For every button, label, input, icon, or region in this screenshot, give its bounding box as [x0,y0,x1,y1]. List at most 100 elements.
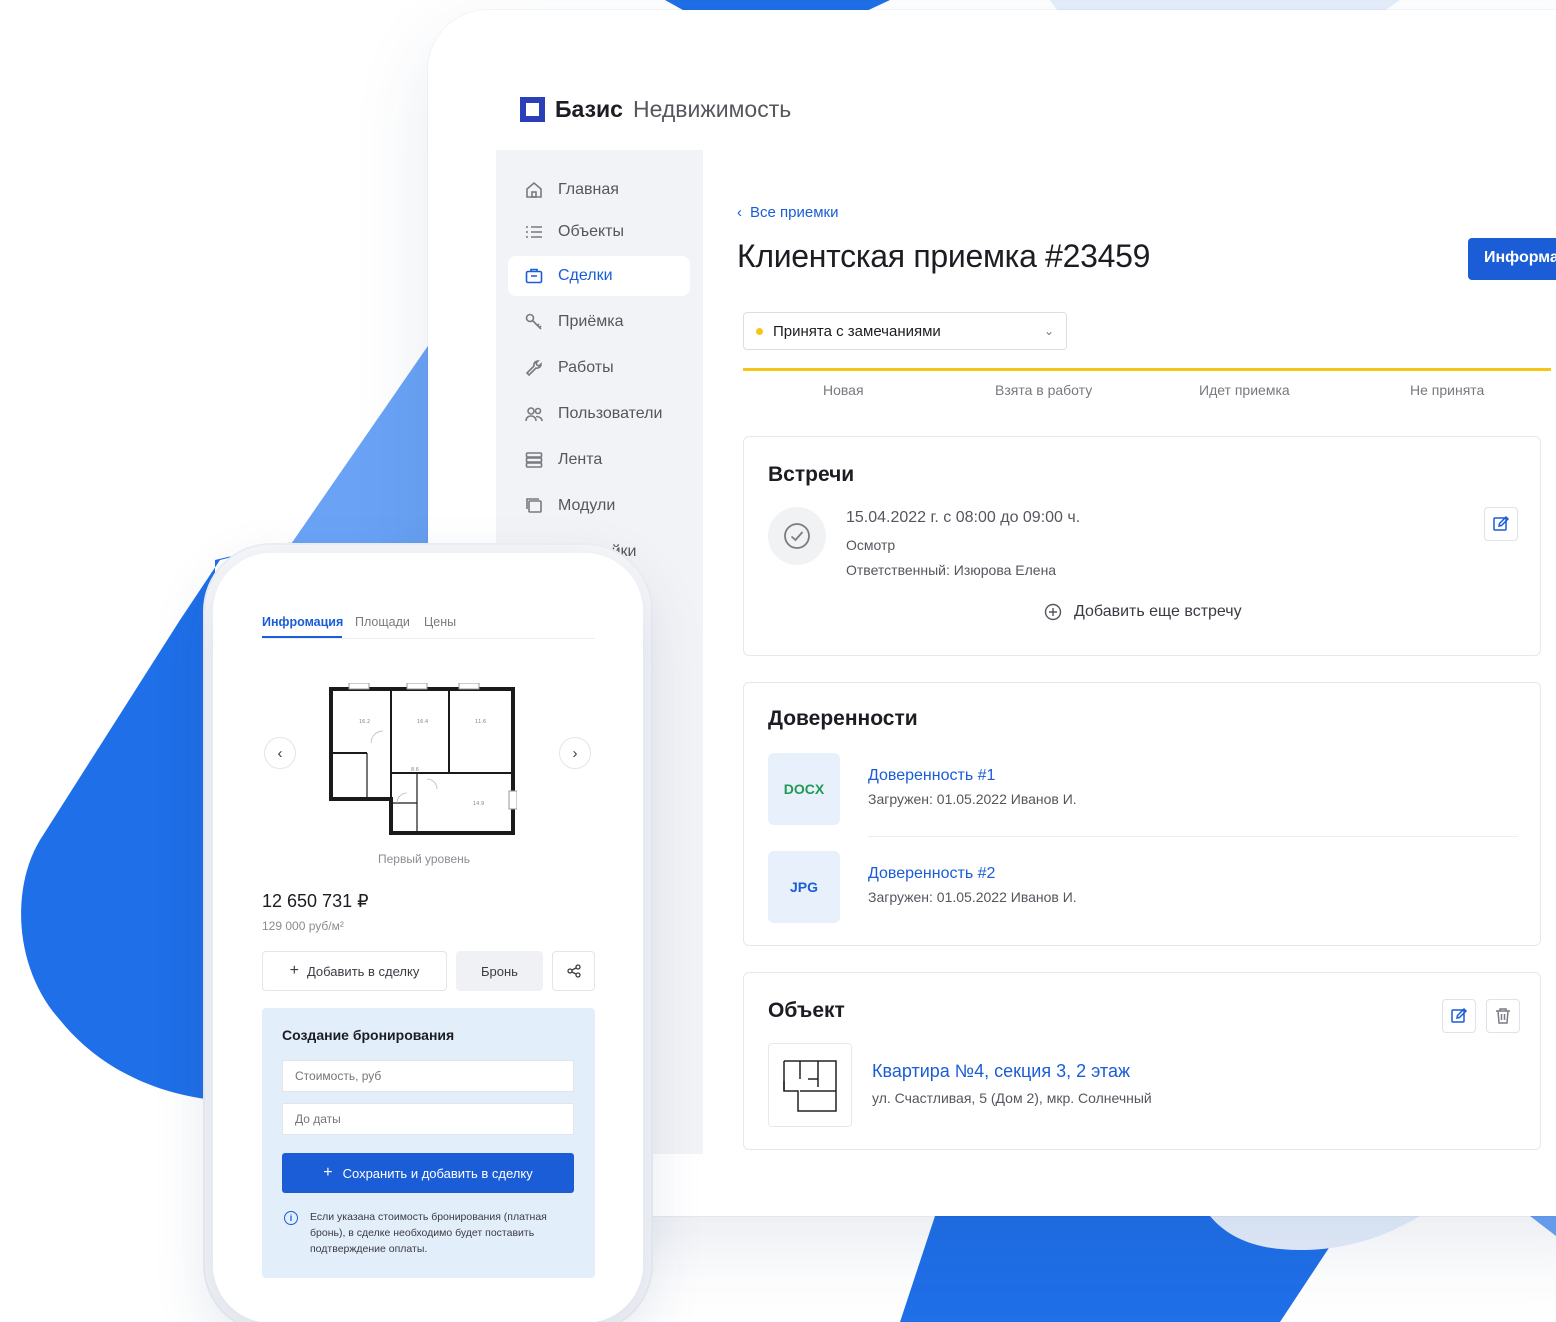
document-link[interactable]: Доверенность #1 [868,767,995,785]
sidebar-item-label: Приёмка [558,313,624,330]
edit-meeting-button[interactable] [1484,507,1518,541]
svg-text:16.4: 16.4 [417,719,428,725]
add-meeting-button[interactable]: Добавить еще встречу [1044,603,1242,621]
sidebar-item-works[interactable]: Работы [508,348,690,388]
document-link[interactable]: Доверенность #2 [868,865,995,883]
booking-title: Создание бронирования [282,1027,455,1043]
back-link[interactable]: ‹ Все приемки [737,204,838,221]
sidebar-item-feed[interactable]: Лента [508,440,690,480]
edit-icon [1451,1007,1468,1023]
delete-object-button[interactable] [1486,999,1520,1033]
svg-text:14.9: 14.9 [473,801,484,807]
chevron-right-icon: › [572,744,578,762]
next-image-button[interactable]: › [559,737,591,769]
meeting-date: 15.04.2022 г. с 08:00 до 09:00 ч. [846,509,1081,526]
add-to-deal-label: Добавить в сделку [306,963,420,979]
meeting-type: Осмотр [846,537,896,553]
status-step: Взята в работу [995,382,1093,398]
users-icon [522,402,546,426]
tab-information[interactable]: Инфромация [262,615,343,629]
object-title: Объект [768,999,845,1022]
sidebar-item-label: Модули [558,497,616,514]
status-select[interactable]: Принята с замечаниями ⌄ [743,312,1067,350]
key-icon [522,310,546,334]
svg-text:16.2: 16.2 [359,719,370,725]
corner-shape [1530,1216,1556,1236]
sidebar-item-label: Объекты [558,223,624,240]
brand-logo[interactable]: Базис Недвижимость [520,96,791,123]
sidebar-item-label: Лента [558,451,603,468]
share-icon [566,964,581,978]
check-circle-icon [768,507,826,565]
floorplan-thumbnail[interactable] [768,1043,852,1127]
status-dot-icon [756,327,763,335]
back-link-label: Все приемки [750,204,839,221]
tab-prices[interactable]: Цены [424,615,456,629]
sidebar-item-label: Пользователи [558,405,663,422]
sidebar-item-users[interactable]: Пользователи [508,394,690,434]
home-icon [522,178,546,202]
booking-cost-input[interactable] [282,1060,574,1092]
share-button[interactable] [552,951,595,991]
chevron-left-icon: ‹ [737,204,742,221]
powers-title: Доверенности [768,707,918,730]
plus-icon: + [323,1164,333,1181]
chevron-left-icon: ‹ [277,744,283,762]
meeting-responsible: Ответственный: Изюрова Елена [846,562,1057,578]
edit-icon [1493,515,1510,531]
divider [868,836,1518,837]
meetings-card: Встречи 15.04.2022 г. с 08:00 до 09:00 ч… [743,436,1541,656]
tab-areas[interactable]: Площади [355,615,410,629]
sidebar-item-deals[interactable]: Сделки [508,256,690,296]
save-and-add-label: Сохранить и добавить в сделку [342,1165,533,1181]
object-card: Объект Квартира №4, секция 3, 2 этаж ул.… [743,972,1541,1150]
stage: Базис Недвижимость Главная Объекты Сделк… [0,0,1556,1322]
save-and-add-button[interactable]: + Сохранить и добавить в сделку [282,1153,574,1193]
trash-icon [1496,1008,1510,1024]
page-title: Клиентская приемка #23459 [737,238,1151,274]
status-value: Принята с замечаниями [773,322,941,340]
stack-icon [522,448,546,472]
plus-icon: + [289,962,299,979]
edit-object-button[interactable] [1442,999,1476,1033]
info-icon: i [284,1211,298,1225]
booking-note: Если указана стоимость бронирования (пла… [310,1211,547,1255]
modules-icon [522,494,546,518]
status-step: Идет приемка [1199,382,1290,398]
document-meta: Загружен: 01.05.2022 Иванов И. [868,791,1077,807]
tab-divider [262,638,595,639]
sidebar-item-home[interactable]: Главная [508,170,690,210]
brand-name: Базис [555,96,623,122]
plus-circle-icon [1044,603,1062,621]
briefcase-icon [522,264,546,288]
sidebar-item-modules[interactable]: Модули [508,486,690,526]
status-step: Новая [823,382,864,398]
main-content: ‹ Все приемки Клиентская приемка #23459 … [703,150,1556,1154]
price-per-square-meter: 129 000 руб/м² [262,919,344,933]
floorplan-image: 16.2 16.4 11.6 8.6 14.9 [329,683,517,835]
booking-date-input[interactable] [282,1103,574,1135]
sidebar-item-objects[interactable]: Объекты [508,212,690,252]
phone-mockup: Инфромация Площади Цены ‹ › 16.2 16.4 11… [213,553,643,1322]
info-button[interactable]: Информация [1468,238,1556,280]
powers-card: Доверенности DOCX Доверенность #1 Загруж… [743,682,1541,946]
reserve-label: Бронь [481,963,518,979]
logo-mark-icon [520,97,545,122]
list-icon [522,220,546,244]
status-step: Не принята [1410,382,1485,398]
light-blue-triangle [280,340,432,560]
jpg-file-icon: JPG [768,851,840,923]
sidebar-item-acceptance[interactable]: Приёмка [508,302,690,342]
active-tab-indicator [262,636,342,638]
status-progress-line [743,368,1551,371]
add-meeting-label: Добавить еще встречу [1074,603,1242,620]
booking-form: Создание бронирования + Сохранить и доба… [262,1008,595,1278]
brand-subtitle: Недвижимость [632,96,792,122]
object-link[interactable]: Квартира №4, секция 3, 2 этаж [872,1061,1130,1082]
reserve-button[interactable]: Бронь [456,951,543,991]
meetings-title: Встречи [768,463,855,486]
svg-text:8.6: 8.6 [411,767,419,773]
add-to-deal-button[interactable]: + Добавить в сделку [262,951,447,991]
previous-image-button[interactable]: ‹ [264,737,296,769]
svg-text:11.6: 11.6 [475,719,486,725]
